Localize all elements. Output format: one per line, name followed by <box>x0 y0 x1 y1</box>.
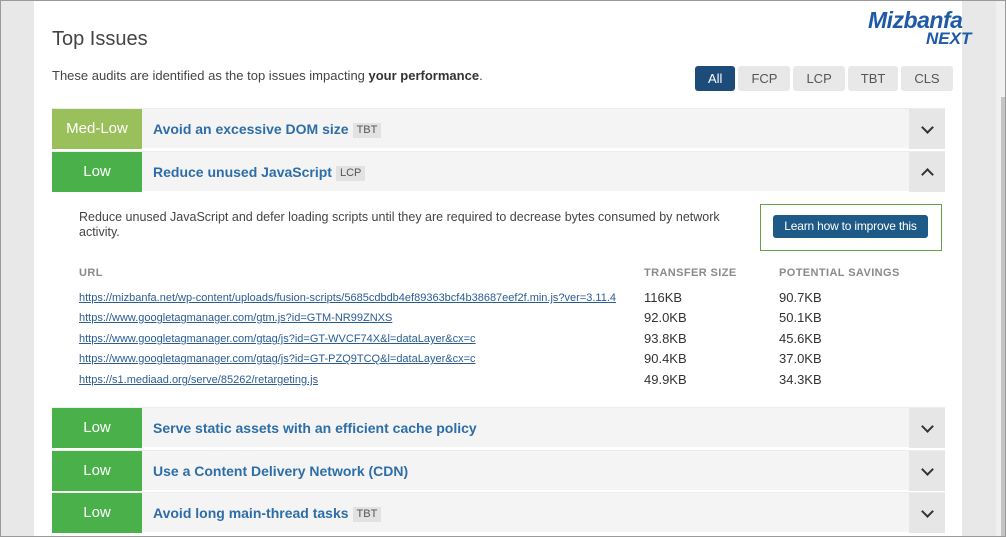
metric-tag: TBT <box>352 123 382 138</box>
chevron-down-icon <box>920 462 934 476</box>
issue-row-main-thread-tasks[interactable]: Low Avoid long main-thread tasks TBT <box>52 492 945 533</box>
potential-savings-value: 50.1KB <box>779 310 822 325</box>
mizbanfa-logo: Mizbanfa NEXT <box>868 7 988 53</box>
learn-box: Learn how to improve this <box>760 204 942 251</box>
column-header-transfer-size: TRANSFER SIZE <box>644 267 737 279</box>
issue-title: Avoid an excessive DOM size TBT <box>153 109 382 149</box>
expand-toggle[interactable] <box>909 451 945 491</box>
transfer-size-value: 49.9KB <box>644 372 687 387</box>
chevron-down-icon <box>920 504 934 518</box>
resource-url-link[interactable]: https://www.googletagmanager.com/gtag/js… <box>79 353 476 365</box>
metric-filter-group: All FCP LCP TBT CLS <box>695 66 953 91</box>
issue-title-text: Use a Content Delivery Network (CDN) <box>153 463 409 479</box>
subtitle-prefix: These audits are identified as the top i… <box>52 68 369 83</box>
issue-row-dom-size[interactable]: Med-Low Avoid an excessive DOM size TBT <box>52 108 945 149</box>
column-header-url: URL <box>79 267 103 279</box>
issue-title: Reduce unused JavaScript LCP <box>153 152 366 192</box>
metric-tag: TBT <box>352 507 382 522</box>
issue-title-text: Avoid an excessive DOM size <box>153 121 349 137</box>
transfer-size-value: 92.0KB <box>644 310 687 325</box>
table-row: https://www.googletagmanager.com/gtag/js… <box>0 331 1006 353</box>
resource-url-link[interactable]: https://www.googletagmanager.com/gtm.js?… <box>79 312 392 324</box>
potential-savings-value: 34.3KB <box>779 372 822 387</box>
table-row: https://www.googletagmanager.com/gtag/js… <box>0 351 1006 373</box>
severity-badge: Low <box>52 451 142 491</box>
issue-title: Use a Content Delivery Network (CDN) <box>153 451 408 491</box>
severity-badge: Low <box>52 408 142 448</box>
top-divider <box>52 0 945 4</box>
potential-savings-value: 90.7KB <box>779 290 822 305</box>
issue-description: Reduce unused JavaScript and defer loadi… <box>79 210 720 239</box>
filter-fcp[interactable]: FCP <box>738 66 791 91</box>
issue-title-text: Reduce unused JavaScript <box>153 164 332 180</box>
filter-tbt[interactable]: TBT <box>847 66 899 91</box>
issue-row-unused-javascript[interactable]: Low Reduce unused JavaScript LCP <box>52 151 945 192</box>
expand-toggle[interactable] <box>909 408 945 448</box>
issue-row-cache-policy[interactable]: Low Serve static assets with an efficien… <box>52 407 945 448</box>
expand-toggle[interactable] <box>909 109 945 149</box>
issue-title: Serve static assets with an efficient ca… <box>153 408 477 448</box>
page-subtitle: These audits are identified as the top i… <box>52 68 483 83</box>
page-title: Top Issues <box>52 28 148 50</box>
subtitle-suffix: . <box>479 68 483 83</box>
potential-savings-value: 37.0KB <box>779 351 822 366</box>
issue-row-cdn[interactable]: Low Use a Content Delivery Network (CDN) <box>52 450 945 491</box>
filter-cls[interactable]: CLS <box>901 66 953 91</box>
severity-badge: Low <box>52 493 142 533</box>
issue-title: Avoid long main-thread tasks TBT <box>153 493 382 533</box>
severity-badge: Med-Low <box>52 109 142 149</box>
metric-tag: LCP <box>335 166 366 181</box>
transfer-size-value: 90.4KB <box>644 351 687 366</box>
resource-url-link[interactable]: https://www.googletagmanager.com/gtag/js… <box>79 333 476 345</box>
column-header-potential-savings: POTENTIAL SAVINGS <box>779 267 900 279</box>
scrollbar-thumb[interactable] <box>1001 97 1005 537</box>
issue-title-text: Serve static assets with an efficient ca… <box>153 420 477 436</box>
resource-url-link[interactable]: https://mizbanfa.net/wp-content/uploads/… <box>79 292 616 304</box>
expand-toggle[interactable] <box>909 493 945 533</box>
chevron-down-icon <box>920 419 934 433</box>
transfer-size-value: 93.8KB <box>644 331 687 346</box>
filter-lcp[interactable]: LCP <box>793 66 845 91</box>
table-row: https://www.googletagmanager.com/gtm.js?… <box>0 310 1006 332</box>
logo-sub-text: NEXT <box>926 29 972 48</box>
filter-all[interactable]: All <box>695 66 736 91</box>
collapse-toggle[interactable] <box>909 152 945 192</box>
chevron-down-icon <box>920 120 934 134</box>
transfer-size-value: 116KB <box>644 290 683 305</box>
chevron-up-icon <box>920 168 934 181</box>
potential-savings-value: 45.6KB <box>779 331 822 346</box>
table-row: https://mizbanfa.net/wp-content/uploads/… <box>0 290 1006 312</box>
table-row: https://s1.mediaad.org/serve/85262/retar… <box>0 372 1006 394</box>
issue-title-text: Avoid long main-thread tasks <box>153 505 349 521</box>
learn-how-button[interactable]: Learn how to improve this <box>773 215 928 238</box>
resource-url-link[interactable]: https://s1.mediaad.org/serve/85262/retar… <box>79 374 318 386</box>
severity-badge: Low <box>52 152 142 192</box>
subtitle-emphasis: your performance <box>368 68 480 83</box>
